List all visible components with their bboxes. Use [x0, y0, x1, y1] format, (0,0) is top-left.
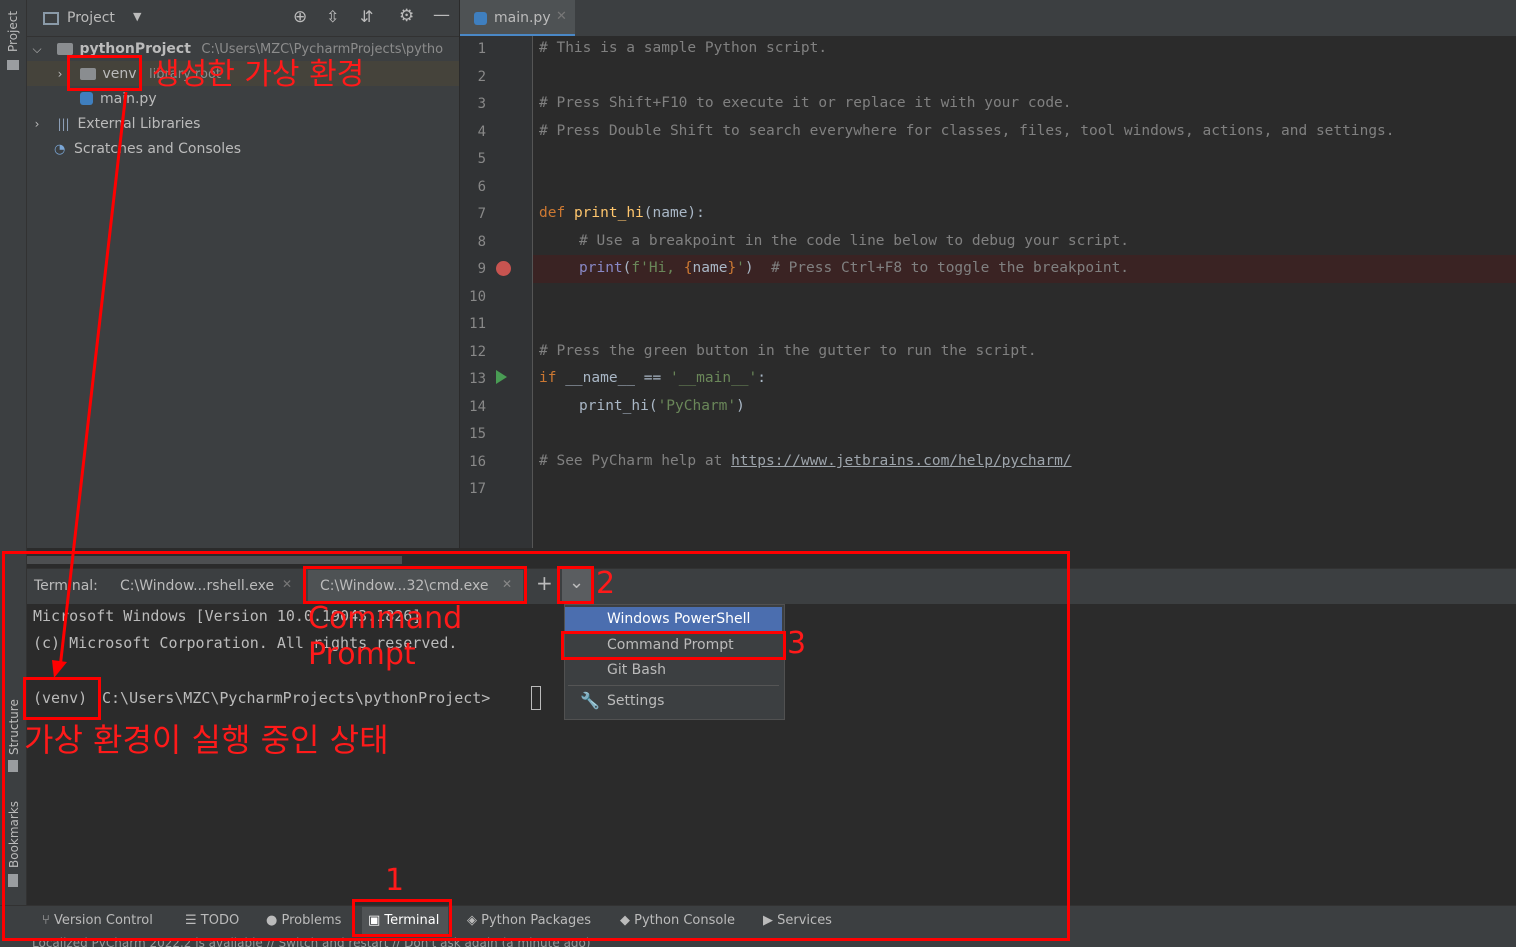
annotation-arrow — [52, 91, 128, 678]
